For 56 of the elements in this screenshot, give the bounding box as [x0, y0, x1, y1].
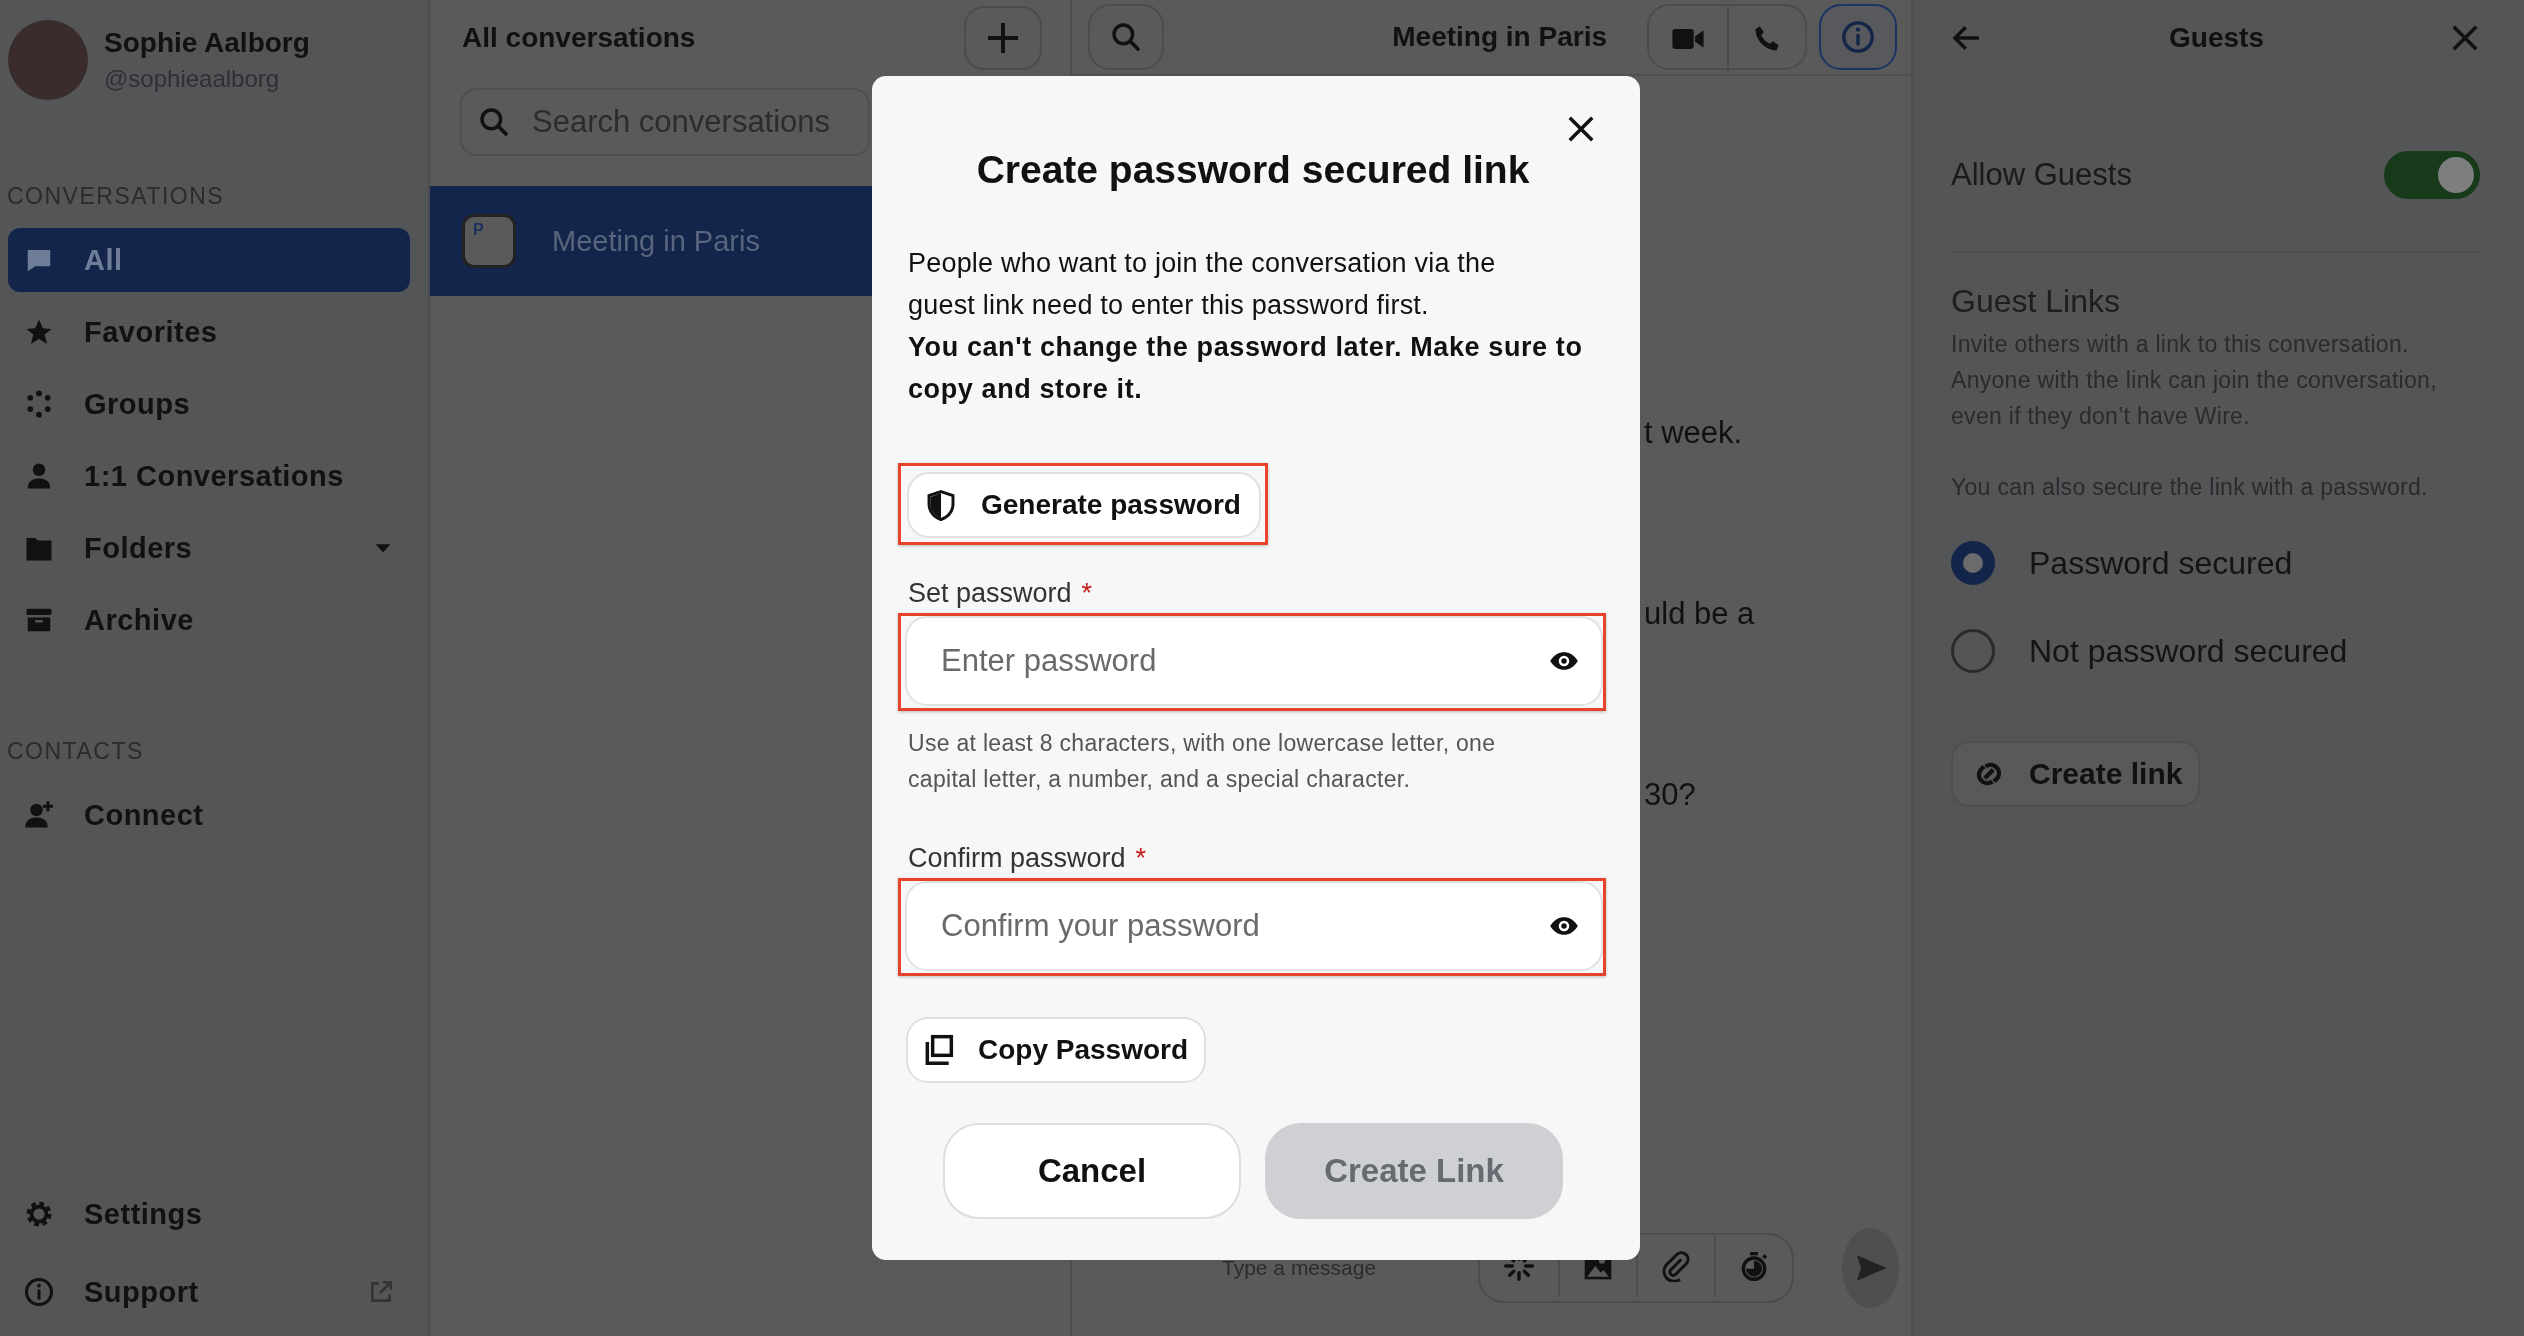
search-icon [1110, 21, 1142, 53]
generate-password-button[interactable]: Generate password [907, 472, 1261, 538]
settings-icon [24, 1199, 54, 1229]
radio-button[interactable] [1951, 629, 1995, 673]
info-button[interactable] [1819, 4, 1897, 70]
warning-text: You can't change the password later. Make sure to copy and store it. [908, 331, 1584, 406]
plus-icon [985, 20, 1021, 56]
paperclip-icon [1660, 1250, 1692, 1282]
search-icon [478, 106, 510, 138]
radio-label: Password secured [2029, 544, 2293, 582]
setting-label: Allow Guests [1951, 157, 2132, 193]
password-input[interactable]: Enter password [939, 642, 1549, 680]
message-text: uld be a [1644, 596, 1756, 632]
conversation-avatar: P [462, 214, 516, 268]
sidebar-item[interactable]: Connect [8, 783, 410, 847]
new-conversation-button[interactable] [964, 6, 1042, 70]
required-mark: * [1135, 843, 1147, 873]
radio-button[interactable] [1951, 541, 1995, 585]
close-icon[interactable] [2450, 23, 2480, 53]
dots-icon [24, 389, 54, 419]
sidebar-item[interactable]: All [8, 228, 410, 292]
sidebar-item[interactable]: Support [8, 1260, 410, 1324]
dialog-title: Create password secured link [975, 148, 1531, 192]
password-field[interactable]: Confirm your password [905, 881, 1603, 971]
hint-text: Use at least 8 characters, with one lowercase letter, one capital letter, a number, and a special character. [908, 729, 1497, 794]
field-label: Confirm password * [908, 843, 1148, 874]
section-heading: Guest Links [1951, 283, 2121, 320]
panel-title: Guests [2169, 22, 2264, 54]
toggle-switch[interactable] [2384, 151, 2480, 199]
user-name: Sophie Aalborg [104, 27, 310, 59]
field-label: Set password * [908, 578, 1094, 609]
required-mark: * [1081, 578, 1093, 608]
external-link-icon[interactable] [368, 1279, 394, 1305]
message-text: t week. [1644, 415, 1744, 451]
sidebar-item[interactable]: Groups [8, 372, 410, 436]
close-icon [1566, 114, 1596, 144]
search-button[interactable] [1088, 4, 1164, 70]
password-input[interactable]: Confirm your password [939, 907, 1549, 945]
sidebar-item[interactable]: Settings [8, 1182, 410, 1246]
info-icon [24, 1277, 54, 1307]
dialog-text: People who want to join the conversation via the guest link need to enter this password first. [908, 247, 1497, 322]
sidebar-item[interactable]: Favorites [8, 300, 410, 364]
copy-password-button[interactable]: Copy Password [906, 1017, 1207, 1083]
radio-label: Not password secured [2029, 632, 2348, 670]
chat-title: Meeting in Paris [1391, 21, 1608, 53]
list-title: All conversations [462, 22, 696, 54]
sidebar-item[interactable]: 1:1 Conversations [8, 444, 410, 508]
shield-icon [925, 489, 957, 521]
sidebar-item[interactable]: Archive [8, 588, 410, 652]
cancel-button[interactable]: Cancel [943, 1123, 1241, 1219]
create-link-button[interactable]: Create link [1951, 741, 2201, 807]
message-text: 30? [1644, 777, 1697, 813]
password-field[interactable]: Enter password [905, 616, 1603, 706]
add-person-icon [24, 800, 54, 830]
sidebar-item[interactable]: Folders [8, 516, 410, 580]
info-icon [1841, 20, 1875, 54]
